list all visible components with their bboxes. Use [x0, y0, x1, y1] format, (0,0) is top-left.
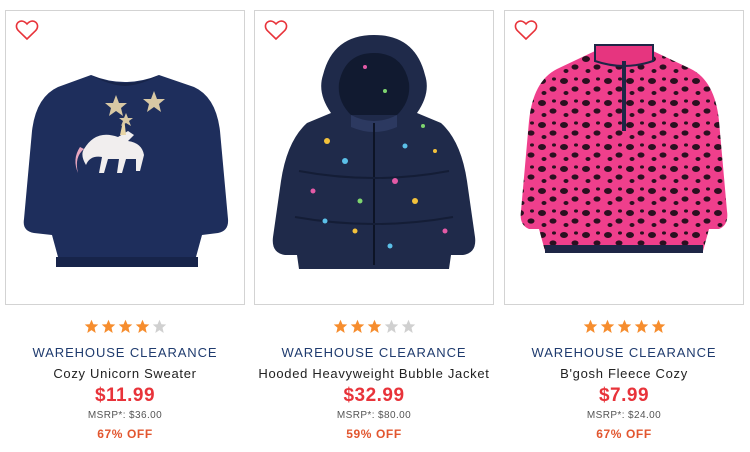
- msrp-price: MSRP*: $24.00: [586, 410, 662, 421]
- discount-label: 67% OFF: [97, 427, 153, 441]
- jacket-image: [272, 35, 476, 269]
- product-card[interactable]: WAREHOUSE CLEARANCE Hooded Heavyweight B…: [254, 0, 494, 452]
- star-empty-icon: [384, 319, 398, 333]
- star-filled-icon: [634, 319, 648, 333]
- fleece-image: [520, 44, 728, 253]
- sale-price: $32.99: [343, 385, 405, 406]
- star-filled-icon: [101, 319, 115, 333]
- product-image-box[interactable]: [504, 10, 744, 305]
- msrp-price: MSRP*: $36.00: [87, 410, 163, 421]
- discount-label: 59% OFF: [346, 427, 402, 441]
- brand-label: WAREHOUSE CLEARANCE: [281, 345, 467, 360]
- sale-price: $7.99: [598, 385, 650, 406]
- product-name-link[interactable]: B'gosh Fleece Cozy: [494, 366, 750, 381]
- product-name-link[interactable]: Hooded Heavyweight Bubble Jacket: [244, 366, 504, 381]
- product-image-box[interactable]: [5, 10, 245, 305]
- rating-stars: [5, 319, 245, 337]
- star-filled-icon: [333, 319, 347, 333]
- heart-icon[interactable]: [264, 19, 288, 41]
- rating-stars: [504, 319, 744, 337]
- sweater-image: [23, 75, 229, 267]
- star-filled-icon: [84, 319, 98, 333]
- star-filled-icon: [350, 319, 364, 333]
- product-name-link[interactable]: Cozy Unicorn Sweater: [0, 366, 255, 381]
- product-image-box[interactable]: [254, 10, 494, 305]
- heart-icon[interactable]: [514, 19, 538, 41]
- star-filled-icon: [600, 319, 614, 333]
- msrp-price: MSRP*: $80.00: [336, 410, 412, 421]
- star-filled-icon: [135, 319, 149, 333]
- star-empty-icon: [152, 319, 166, 333]
- brand-label: WAREHOUSE CLEARANCE: [531, 345, 717, 360]
- product-card[interactable]: WAREHOUSE CLEARANCE B'gosh Fleece Cozy $…: [504, 0, 744, 452]
- sale-price: $11.99: [94, 385, 156, 406]
- product-card[interactable]: WAREHOUSE CLEARANCE Cozy Unicorn Sweater…: [5, 0, 245, 452]
- star-filled-icon: [651, 319, 665, 333]
- brand-label: WAREHOUSE CLEARANCE: [32, 345, 218, 360]
- star-empty-icon: [401, 319, 415, 333]
- rating-stars: [254, 319, 494, 337]
- heart-icon[interactable]: [15, 19, 39, 41]
- star-filled-icon: [617, 319, 631, 333]
- discount-label: 67% OFF: [596, 427, 652, 441]
- star-filled-icon: [583, 319, 597, 333]
- star-filled-icon: [367, 319, 381, 333]
- star-filled-icon: [118, 319, 132, 333]
